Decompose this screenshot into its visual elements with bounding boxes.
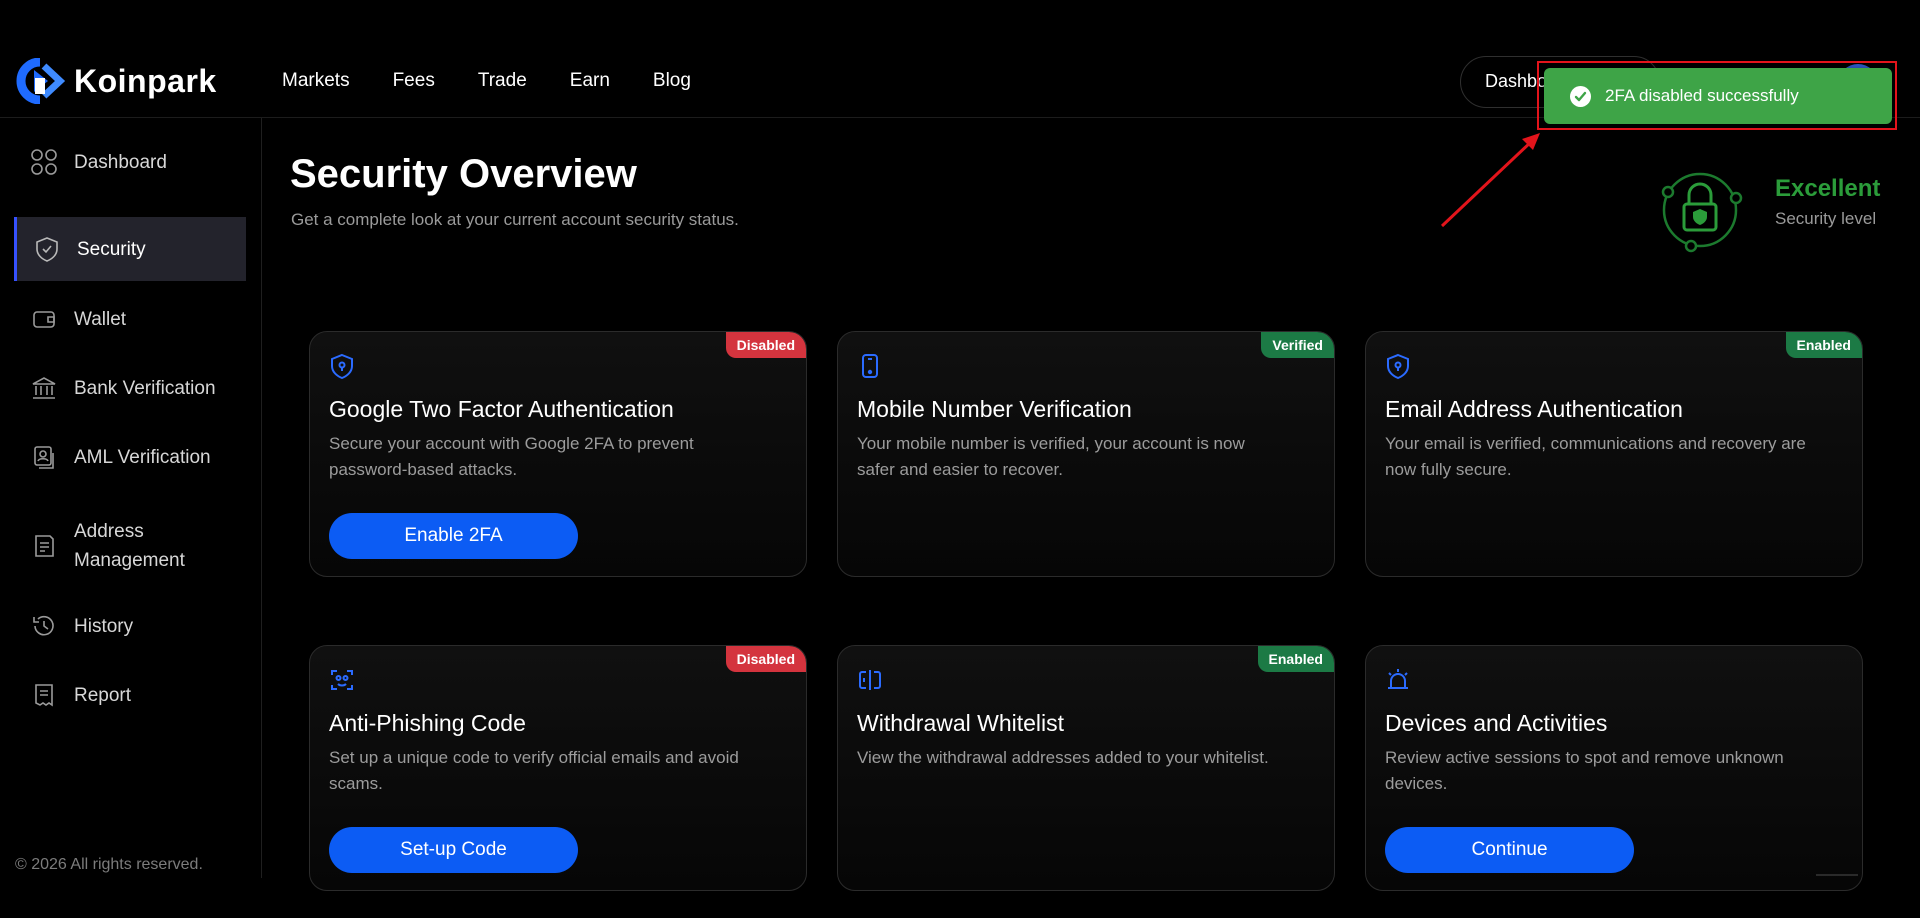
highlight-frame — [1537, 61, 1897, 130]
grid-icon — [30, 148, 58, 176]
card-title: Devices and Activities — [1385, 710, 1608, 736]
sidebar-item-label: Dashboard — [74, 151, 167, 173]
brand-logo[interactable]: Koinpark — [14, 57, 217, 105]
page-subtitle: Get a complete look at your current acco… — [291, 210, 739, 229]
card-description: Set up a unique code to verify official … — [329, 748, 739, 793]
sidebar-item-address-management[interactable]: Address Management — [14, 506, 246, 586]
card-withdrawal-whitelist: Enabled Withdrawal Whitelist View the wi… — [837, 645, 1335, 891]
nav-trade[interactable]: Trade — [478, 70, 527, 92]
sidebar-item-bank-verification[interactable]: Bank Verification — [14, 356, 246, 420]
koinpark-logo-icon — [14, 57, 66, 105]
sidebar-item-label: Wallet — [74, 308, 127, 330]
security-level-lock-icon — [1661, 172, 1743, 253]
sidebar: Dashboard Security Wallet Bank Verificat… — [0, 118, 262, 878]
security-level-label: Security level — [1775, 209, 1877, 228]
card-title: Google Two Factor Authentication — [329, 396, 674, 422]
card-description: Your email is verified, communications a… — [1385, 434, 1806, 479]
card-title: Anti-Phishing Code — [329, 710, 526, 736]
shield-check-icon — [33, 235, 61, 263]
card-google-2fa: Disabled Google Two Factor Authenticatio… — [309, 331, 807, 577]
sidebar-item-wallet[interactable]: Wallet — [14, 287, 246, 351]
id-card-icon — [30, 443, 58, 471]
card-title: Withdrawal Whitelist — [857, 710, 1065, 736]
sidebar-item-label: AML Verification — [74, 446, 211, 468]
history-icon — [30, 612, 58, 640]
wallet-icon — [30, 305, 58, 333]
report-icon — [30, 681, 58, 709]
sidebar-item-label: Report — [74, 684, 132, 706]
sidebar-item-security[interactable]: Security — [14, 217, 246, 281]
sidebar-item-aml-verification[interactable]: AML Verification — [14, 425, 246, 489]
card-description: Secure your account with Google 2FA to p… — [329, 434, 694, 479]
whitelist-icon — [859, 670, 881, 690]
card-email-authentication: Enabled Email Address Authentication You… — [1365, 331, 1863, 577]
setup-code-button[interactable]: Set-up Code — [329, 827, 578, 873]
card-title: Email Address Authentication — [1385, 396, 1683, 422]
status-badge: Disabled — [725, 646, 806, 672]
nav-markets[interactable]: Markets — [282, 70, 350, 92]
face-scan-icon — [331, 670, 353, 690]
enable-2fa-button[interactable]: Enable 2FA — [329, 513, 578, 559]
sidebar-item-report[interactable]: Report — [14, 663, 246, 727]
copyright-text: © 2026 All rights reserved. — [15, 856, 203, 873]
security-level-value: Excellent — [1775, 175, 1881, 202]
scrollbar[interactable] — [1816, 874, 1858, 876]
annotation-arrow-icon — [1440, 133, 1540, 228]
status-badge: Disabled — [725, 332, 806, 358]
nav-blog[interactable]: Blog — [653, 70, 691, 92]
page-title: Security Overview — [290, 152, 637, 196]
main-nav: Markets Fees Trade Earn Blog — [282, 70, 691, 92]
card-description: Your mobile number is verified, your acc… — [857, 434, 1245, 479]
bank-icon — [30, 374, 58, 402]
card-mobile-verification: Verified Mobile Number Verification Your… — [837, 331, 1335, 577]
nav-fees[interactable]: Fees — [393, 70, 435, 92]
continue-button[interactable]: Continue — [1385, 827, 1634, 873]
card-anti-phishing: Disabled Anti-Phishing Code Set up a uni… — [309, 645, 807, 891]
status-badge: Enabled — [1257, 646, 1334, 672]
shield-lock-icon — [1387, 353, 1409, 380]
card-title: Mobile Number Verification — [857, 396, 1132, 422]
sidebar-item-history[interactable]: History — [14, 594, 246, 658]
shield-lock-icon — [331, 353, 353, 380]
card-devices-activities: Devices and Activities Review active ses… — [1365, 645, 1863, 891]
sidebar-item-label: History — [74, 615, 134, 637]
brand-name: Koinpark — [74, 62, 217, 99]
status-badge: Enabled — [1785, 332, 1862, 358]
nav-earn[interactable]: Earn — [570, 70, 610, 92]
sidebar-item-label: Bank Verification — [74, 377, 216, 399]
mobile-phone-icon — [862, 354, 878, 378]
card-description: View the withdrawal addresses added to y… — [857, 748, 1269, 767]
sidebar-item-label: Address Management — [74, 521, 185, 571]
sidebar-item-dashboard[interactable]: Dashboard — [14, 130, 246, 194]
address-book-icon — [30, 532, 58, 560]
sidebar-item-label: Security — [77, 238, 146, 260]
alarm-icon — [1388, 669, 1408, 689]
card-description: Review active sessions to spot and remov… — [1385, 748, 1784, 793]
status-badge: Verified — [1261, 332, 1334, 358]
